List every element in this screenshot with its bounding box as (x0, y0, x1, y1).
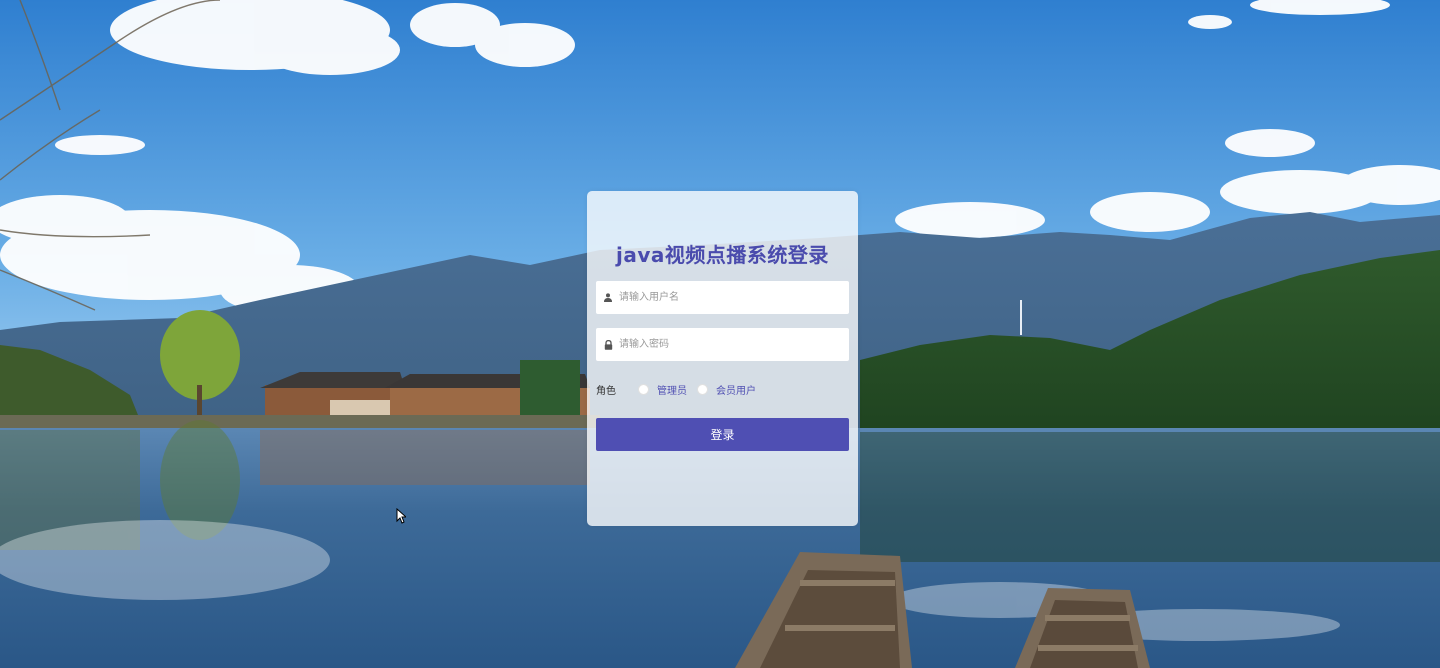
login-title: java视频点播系统登录 (616, 243, 829, 267)
username-field[interactable] (596, 281, 849, 314)
radio-button[interactable] (697, 383, 708, 395)
radio-button[interactable] (638, 383, 649, 395)
role-option-member[interactable]: 会员用户 (697, 382, 756, 397)
password-input[interactable] (619, 328, 849, 361)
user-icon (597, 293, 619, 302)
login-button[interactable]: 登录 (596, 418, 849, 451)
login-card: java视频点播系统登录 角色 管理员 会员用户 登录 (587, 191, 858, 526)
lock-icon (597, 339, 619, 350)
role-option-label: 会员用户 (716, 385, 756, 397)
role-label: 角色 (596, 385, 616, 397)
role-option-label: 管理员 (657, 385, 687, 397)
role-option-admin[interactable]: 管理员 (638, 382, 687, 397)
username-input[interactable] (619, 281, 849, 314)
role-selector: 角色 管理员 会员用户 (596, 381, 766, 397)
mouse-cursor-icon (396, 507, 408, 528)
password-field[interactable] (596, 328, 849, 361)
